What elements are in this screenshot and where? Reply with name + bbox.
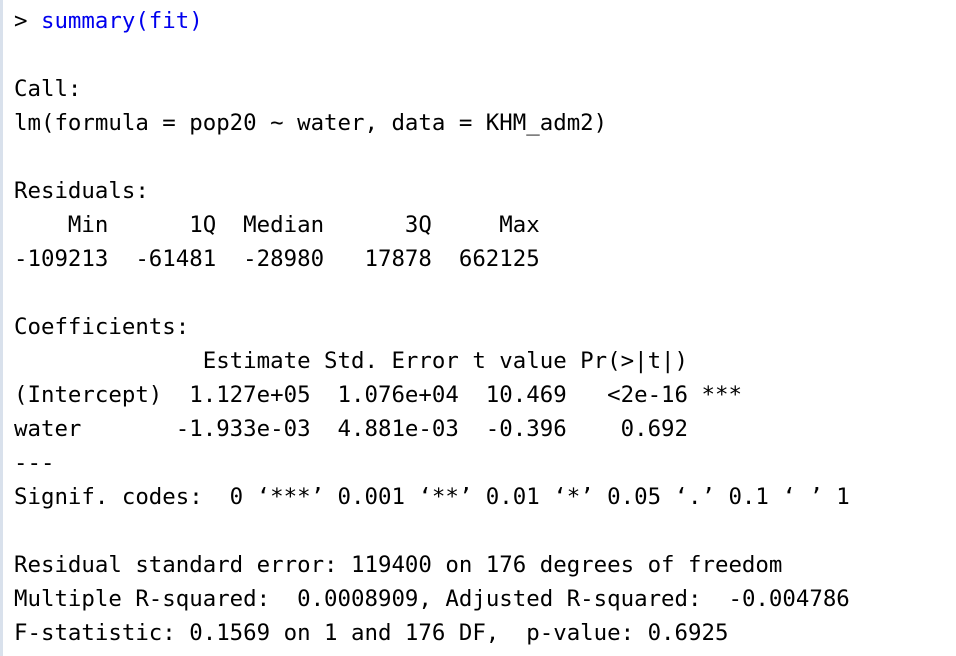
coefficients-header: Coefficients: [14,314,190,340]
r-console[interactable]: > summary(fit) Call: lm(formula = pop20 … [0,0,956,656]
coefficients-row-water: water -1.933e-03 4.881e-03 -0.396 0.692 [14,416,742,442]
coefficients-table-header: Estimate Std. Error t value Pr(>|t|) [14,348,742,374]
prompt-symbol: > [14,8,41,34]
residuals-header: Residuals: [14,178,149,204]
residual-standard-error: Residual standard error: 119400 on 176 d… [14,552,783,578]
coefficients-row-intercept: (Intercept) 1.127e+05 1.076e+04 10.469 <… [14,382,742,408]
r-squared-line: Multiple R-squared: 0.0008909, Adjusted … [14,586,864,612]
signif-codes: Signif. codes: 0 ‘***’ 0.001 ‘**’ 0.01 ‘… [14,484,850,510]
residuals-labels: Min 1Q Median 3Q Max [14,212,554,238]
console-input-line: > summary(fit) [14,4,956,38]
command-text: summary(fit) [40,8,203,34]
separator-line: --- [14,450,55,476]
residuals-values: -109213 -61481 -28980 17878 662125 [14,246,554,272]
f-statistic-line: F-statistic: 0.1569 on 1 and 176 DF, p-v… [14,620,729,646]
call-header: Call: [14,76,82,102]
call-formula: lm(formula = pop20 ~ water, data = KHM_a… [14,110,608,136]
